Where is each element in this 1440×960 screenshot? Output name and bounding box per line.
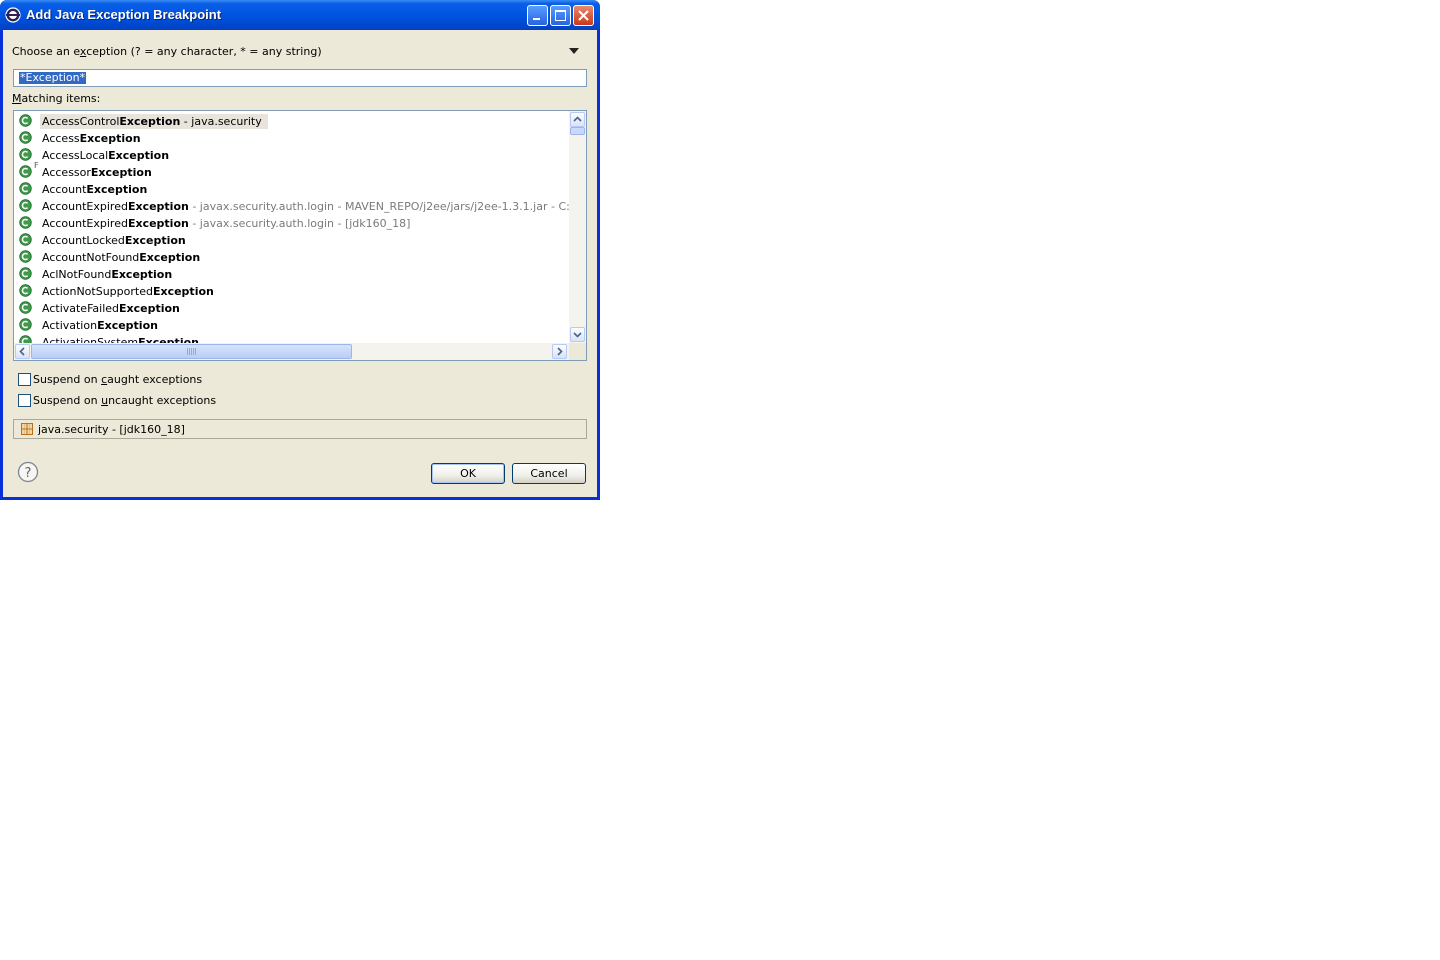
class-icon: [19, 233, 32, 246]
svg-text:?: ?: [25, 466, 32, 481]
list-item[interactable]: ActivationException: [14, 317, 569, 334]
chevron-up-icon: [573, 116, 582, 122]
chevron-down-icon: [573, 332, 582, 338]
status-text: java.security - [jdk160_18]: [38, 423, 185, 436]
matching-items-list[interactable]: AccessControlException - java.security Ac…: [13, 110, 587, 361]
list-item-label: AccessLocalException: [42, 149, 170, 162]
class-icon: [19, 182, 32, 195]
vertical-scroll-thumb[interactable]: [570, 127, 585, 135]
list-item[interactable]: AccessException: [14, 130, 569, 147]
choose-exception-label: Choose an exception (? = any character, …: [12, 45, 322, 58]
scroll-right-button[interactable]: [552, 344, 567, 359]
list-item[interactable]: AclNotFoundException: [14, 266, 569, 283]
chevron-right-icon: [557, 347, 563, 356]
list-item-label: AccountException: [42, 183, 148, 196]
list-item-label: ActionNotSupportedException: [42, 285, 214, 298]
decorator-label: F: [34, 161, 39, 170]
window-title: Add Java Exception Breakpoint: [26, 7, 222, 22]
list-item[interactable]: AccountExpiredException - javax.security…: [14, 198, 569, 215]
list-item-label: ActivationSystemException: [42, 336, 199, 343]
horizontal-scroll-thumb[interactable]: [31, 344, 352, 359]
class-icon: [19, 131, 32, 144]
list-item-label: AccessControlException - java.security: [40, 114, 268, 129]
dialog-window: Add Java Exception Breakpoint Choose an …: [0, 0, 600, 500]
class-icon: [19, 216, 32, 229]
vertical-scrollbar[interactable]: [569, 111, 586, 343]
list-item[interactable]: AccountException: [14, 181, 569, 198]
list-item[interactable]: ActionNotSupportedException: [14, 283, 569, 300]
list-item[interactable]: AccountNotFoundException: [14, 249, 569, 266]
class-icon: [19, 301, 32, 314]
class-icon: [19, 267, 32, 280]
class-icon: [19, 318, 32, 331]
list-item-label: ActivateFailedException: [42, 302, 180, 315]
close-button[interactable]: [573, 5, 594, 26]
class-icon: [19, 114, 32, 127]
matching-items-label: Matching items:: [12, 92, 101, 105]
scroll-up-button[interactable]: [570, 112, 585, 127]
list-item-label: AccountExpiredException - javax.security…: [42, 200, 569, 213]
suspend-caught-label[interactable]: Suspend on caught exceptions: [33, 373, 202, 386]
list-item-label: ActivationException: [42, 319, 158, 332]
horizontal-scrollbar[interactable]: [14, 343, 569, 360]
list-item[interactable]: AccountLockedException: [14, 232, 569, 249]
search-input-value: *Exception*: [19, 71, 87, 84]
scroll-corner: [569, 343, 586, 360]
help-icon[interactable]: ?: [17, 461, 39, 483]
dialog-client-area: Choose an exception (? = any character, …: [3, 30, 597, 497]
exception-search-input[interactable]: *Exception*: [13, 69, 587, 87]
details-status-line: java.security - [jdk160_18]: [13, 419, 587, 439]
chevron-left-icon: [19, 347, 25, 356]
minimize-button[interactable]: [527, 5, 548, 26]
class-icon: [19, 284, 32, 297]
list-item[interactable]: AccessLocalException: [14, 147, 569, 164]
maximize-icon: [555, 10, 566, 21]
suspend-uncaught-checkbox[interactable]: [18, 394, 31, 407]
minimize-icon: [533, 18, 540, 20]
class-icon: [19, 165, 32, 178]
list-item-label: AccessorException: [42, 166, 152, 179]
list-item-label: AccountLockedException: [42, 234, 186, 247]
list-item[interactable]: ActivationSystemException: [14, 334, 569, 343]
list-item-label: AccountExpiredException - javax.security…: [42, 217, 411, 230]
list-item-label: AccessException: [42, 132, 141, 145]
list-item[interactable]: F AccessorException: [14, 161, 569, 181]
package-icon: [21, 423, 33, 435]
list-item[interactable]: AccountExpiredException - javax.security…: [14, 215, 569, 232]
list-item-label: AccountNotFoundException: [42, 251, 201, 264]
close-icon: [578, 10, 589, 21]
class-icon: [19, 250, 32, 263]
list-item[interactable]: ActivateFailedException: [14, 300, 569, 317]
suspend-uncaught-label[interactable]: Suspend on uncaught exceptions: [33, 394, 216, 407]
list-item-label: AclNotFoundException: [42, 268, 173, 281]
list-rows: AccessControlException - java.security Ac…: [14, 111, 569, 343]
scroll-grip-icon: [187, 348, 197, 355]
suspend-caught-checkbox[interactable]: [18, 373, 31, 386]
class-icon: [19, 199, 32, 212]
title-bar[interactable]: Add Java Exception Breakpoint: [0, 0, 600, 30]
list-item[interactable]: AccessControlException - java.security: [14, 113, 569, 130]
eclipse-app-icon: [5, 7, 21, 23]
cancel-button[interactable]: Cancel: [512, 463, 586, 484]
maximize-button[interactable]: [550, 5, 571, 26]
scroll-left-button[interactable]: [15, 344, 30, 359]
scroll-down-button[interactable]: [570, 327, 585, 342]
ok-button[interactable]: OK: [431, 463, 505, 484]
class-icon: [19, 148, 32, 161]
history-dropdown-arrow-icon[interactable]: [569, 48, 579, 54]
class-icon: [19, 335, 32, 343]
